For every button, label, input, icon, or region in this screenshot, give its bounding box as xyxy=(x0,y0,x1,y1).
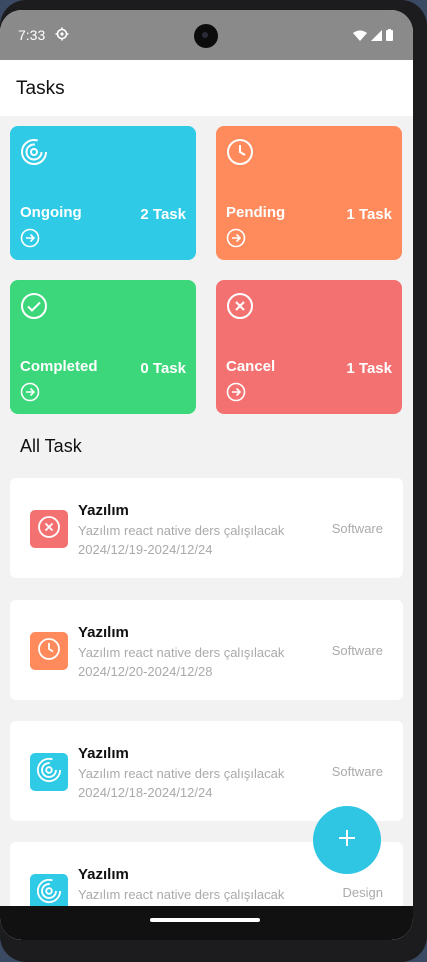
settings-gear-icon xyxy=(55,27,69,46)
cancel-card[interactable]: Cancel 1 Task xyxy=(216,280,402,414)
card-label: Ongoing xyxy=(20,204,82,221)
task-dates: 2024/12/20-2024/12/28 xyxy=(78,664,213,679)
signal-icon xyxy=(371,28,382,46)
task-title: Yazılım xyxy=(78,502,129,519)
page-title: Tasks xyxy=(16,78,65,99)
device-frame: 7:33 Tasks Ongoing 2 Task Pending 1 Task… xyxy=(0,0,427,962)
task-description: Yazılım react native ders çalışılacak xyxy=(78,523,285,538)
status-icons xyxy=(353,28,393,46)
task-item[interactable]: Yazılım Yazılım react native ders çalışı… xyxy=(10,478,403,578)
app-bar: Tasks xyxy=(0,60,413,116)
home-indicator[interactable] xyxy=(150,918,260,922)
card-count: 2 Task xyxy=(140,206,186,223)
add-task-button[interactable] xyxy=(313,806,381,874)
progress-ring-icon xyxy=(36,757,62,788)
task-status-badge xyxy=(30,753,68,791)
card-label: Pending xyxy=(226,204,286,221)
card-count: 0 Task xyxy=(140,360,186,377)
task-description: Yazılım react native ders çalışılacak xyxy=(78,766,285,781)
arrow-right-circle-icon[interactable] xyxy=(20,228,40,253)
task-title: Yazılım xyxy=(78,866,129,883)
task-title: Yazılım xyxy=(78,624,129,641)
task-description: Yazılım react native ders çalışılacak xyxy=(78,887,285,902)
status-bar: 7:33 xyxy=(0,10,413,60)
x-circle-icon xyxy=(226,292,254,325)
x-circle-icon xyxy=(37,515,61,544)
progress-ring-icon xyxy=(36,878,62,909)
task-category: Software xyxy=(331,643,383,658)
plus-icon xyxy=(336,827,358,854)
card-label: Completed xyxy=(20,358,98,375)
task-title: Yazılım xyxy=(78,745,129,762)
clock-icon xyxy=(226,138,254,171)
task-item[interactable]: Yazılım Yazılım react native ders çalışı… xyxy=(10,600,403,700)
all-tasks-heading: All Task xyxy=(20,436,82,456)
screen: 7:33 Tasks Ongoing 2 Task Pending 1 Task… xyxy=(0,10,413,940)
task-category: Design xyxy=(342,885,383,900)
card-count: 1 Task xyxy=(346,360,392,377)
task-category: Software xyxy=(331,521,383,536)
progress-ring-icon xyxy=(20,138,48,171)
card-label: Cancel xyxy=(226,358,276,375)
arrow-right-circle-icon[interactable] xyxy=(226,382,246,407)
arrow-right-circle-icon[interactable] xyxy=(20,382,40,407)
ongoing-card[interactable]: Ongoing 2 Task xyxy=(10,126,196,260)
clock-icon xyxy=(37,637,61,666)
task-dates: 2024/12/18-2024/12/24 xyxy=(78,785,213,800)
task-category: Software xyxy=(331,764,383,779)
check-circle-icon xyxy=(20,292,48,325)
task-description: Yazılım react native ders çalışılacak xyxy=(78,645,285,660)
front-camera xyxy=(194,24,218,48)
pending-card[interactable]: Pending 1 Task xyxy=(216,126,402,260)
status-time: 7:33 xyxy=(18,27,46,43)
wifi-icon xyxy=(353,28,367,46)
task-status-badge xyxy=(30,632,68,670)
task-status-badge xyxy=(30,510,68,548)
system-nav-bar xyxy=(0,906,413,940)
completed-card[interactable]: Completed 0 Task xyxy=(10,280,196,414)
card-count: 1 Task xyxy=(346,206,392,223)
battery-icon xyxy=(386,28,393,46)
task-dates: 2024/12/19-2024/12/24 xyxy=(78,542,213,557)
arrow-right-circle-icon[interactable] xyxy=(226,228,246,253)
